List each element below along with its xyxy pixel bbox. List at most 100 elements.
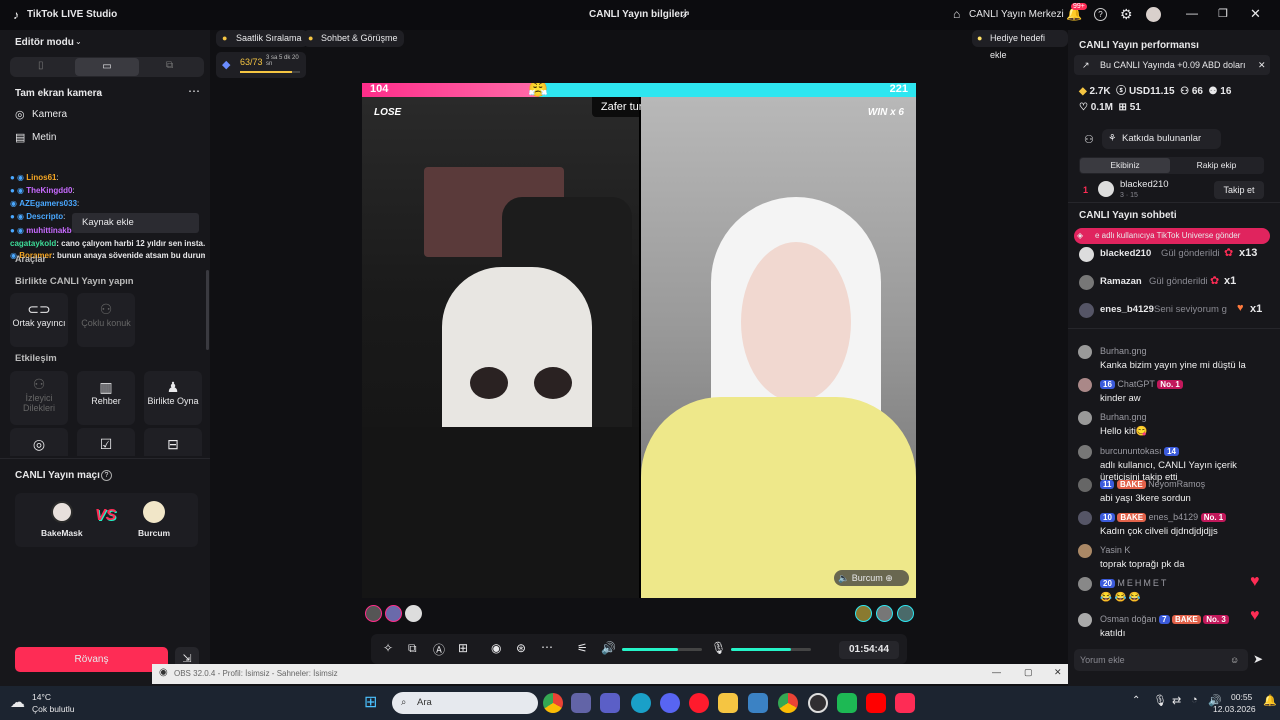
left-panel: Editör modu ⌄ ▯ ▭ ⧉ Tam ekran kamera ⌄ ⋯… <box>0 30 210 686</box>
chrome-active-icon[interactable] <box>778 693 798 713</box>
teams-icon[interactable] <box>571 693 591 713</box>
guide-tile[interactable]: ▥ Rehber <box>77 371 135 425</box>
profile-avatar[interactable] <box>1146 7 1161 22</box>
co-host-tile[interactable]: ⊂⊃ Ortak yayıncı <box>10 293 68 347</box>
spotify-icon[interactable] <box>837 693 857 713</box>
close-icon[interactable]: ✕ <box>1250 6 1261 22</box>
edge-icon[interactable] <box>631 693 651 713</box>
link-icon: ⊂⊃ <box>27 301 51 317</box>
network-icon[interactable]: ⇄ <box>1172 694 1181 707</box>
gift-avatar <box>1079 247 1094 262</box>
match-card[interactable]: BakeMask VS Burcum <box>15 493 198 547</box>
obs-window-bar[interactable]: ◉ OBS 32.0.4 - Profil: İsimsiz - Sahnele… <box>152 664 1074 684</box>
score-right: 221 <box>889 83 908 95</box>
camera-section-title[interactable]: Tam ekran kamera <box>15 88 102 99</box>
tab-hourly-ranking[interactable]: ● Saatlik Sıralama <box>216 30 308 47</box>
rank-progress-card[interactable]: ◆ 63/73 3 sa 5 dk 20 sn <box>216 52 306 78</box>
magic-wand-icon[interactable]: ✧ <box>383 641 393 655</box>
source-text[interactable]: Metin <box>32 132 56 143</box>
chevron-up-icon[interactable]: ⌃ <box>1132 695 1140 706</box>
wifi-icon[interactable]: ◔ <box>1191 694 1198 706</box>
more-icon[interactable]: ⋯ <box>541 640 553 654</box>
source-camera[interactable]: Kamera <box>32 109 67 120</box>
scrollbar[interactable] <box>206 270 209 350</box>
close-icon[interactable]: ✕ <box>1054 667 1062 678</box>
send-icon[interactable]: ➤ <box>1253 652 1263 666</box>
play-together-tile[interactable]: ♟ Birlikte Oyna <box>144 371 202 425</box>
score-left: 104 <box>370 83 389 95</box>
more-icon[interactable]: ⋯ <box>188 84 200 98</box>
maximize-icon[interactable]: ❐ <box>1218 7 1228 20</box>
split-layout-icon[interactable]: ⧉ <box>166 60 173 71</box>
opera-icon[interactable] <box>689 693 709 713</box>
record-icon[interactable]: ◉ <box>491 641 501 655</box>
gift-row: blacked210 Gül gönderildi ✿ x13 <box>1079 246 1275 264</box>
emoji-icon[interactable]: ☺ <box>1230 649 1239 671</box>
gift-goal-button[interactable]: ● Hediye hedefi ekle <box>972 30 1068 60</box>
tiktok-logo-icon: ♪ <box>13 8 19 22</box>
mic-slider[interactable] <box>731 648 811 651</box>
maximize-icon[interactable]: ▢ <box>1024 667 1033 678</box>
comment-input[interactable]: Yorum ekle ☺ <box>1074 649 1248 671</box>
tab-your-team[interactable]: Ekibiniz <box>1080 158 1170 173</box>
settings-icon[interactable]: ⚙ <box>1120 6 1133 23</box>
volume-slider[interactable] <box>622 648 702 651</box>
home-icon[interactable]: ⌂ <box>953 7 960 21</box>
help-icon[interactable]: ? <box>1094 8 1107 21</box>
effects-icon[interactable]: ⧉ <box>408 641 417 656</box>
add-layer-icon[interactable]: ⊞ <box>458 641 468 655</box>
contributors-button[interactable]: ⚘ Katkıda bulunanlar <box>1102 129 1221 149</box>
minimize-icon[interactable]: — <box>1186 6 1198 20</box>
windows-start-icon[interactable]: ⊞ <box>364 692 377 712</box>
users-settings-icon[interactable]: ⚇ <box>1084 133 1094 146</box>
sliders-icon[interactable]: ⚟ <box>577 641 588 655</box>
coin-icon: ● <box>308 33 314 43</box>
universe-icon: ◈ <box>1077 231 1084 240</box>
rematch-button[interactable]: Rövanş <box>15 647 168 672</box>
clock-time[interactable]: 00:55 <box>1231 692 1252 702</box>
guest-name-pill[interactable]: 🔈 Burcum ⊕ <box>834 570 909 586</box>
tiktok-app-icon[interactable] <box>895 693 915 713</box>
mic-tray-icon[interactable]: 🎙 <box>1153 694 1167 707</box>
contributors-icon: ⚘ <box>1108 133 1117 144</box>
viewers-icon: ⚇ <box>1180 86 1190 97</box>
obs-app-icon[interactable] <box>808 693 828 713</box>
tab-rival-team[interactable]: Rakip ekip <box>1171 158 1262 173</box>
diamond-icon: ◆ <box>1079 86 1087 97</box>
close-icon[interactable]: ✕ <box>1258 55 1266 75</box>
help-icon[interactable]: ? <box>101 470 112 481</box>
ai-icon[interactable]: Ⓐ <box>433 641 445 658</box>
follow-button[interactable]: Takip et <box>1214 181 1264 199</box>
landscape-layout-button[interactable]: ▭ <box>75 58 139 76</box>
weather-desc: Çok bulutlu <box>32 704 75 714</box>
live-info-title[interactable]: CANLI Yayın bilgileri <box>589 9 687 20</box>
speaker-icon[interactable]: 🔊 <box>601 641 616 655</box>
mail-icon[interactable] <box>748 693 768 713</box>
chrome-icon[interactable] <box>543 693 563 713</box>
chat-message: Osman doğan 7 BAKE No. 3 katıldı <box>1078 613 1274 641</box>
viewer-wishes-tile[interactable]: ⚇ İzleyici Dilekleri <box>10 371 68 425</box>
clock-date[interactable]: 12.03.2026 <box>1213 704 1256 714</box>
tile-partial[interactable]: ◎ <box>10 428 68 456</box>
tile-partial[interactable]: ☑ <box>77 428 135 456</box>
folder-icon[interactable] <box>718 693 738 713</box>
score-bar: 104 221 😤 <box>362 83 916 98</box>
discord-icon[interactable] <box>660 693 680 713</box>
camera-settings-icon[interactable]: ⊛ <box>516 641 526 655</box>
share-icon[interactable]: ⇗ <box>681 8 690 21</box>
minimize-icon[interactable]: — <box>992 667 1001 677</box>
level-badge: 10 <box>1100 513 1115 522</box>
tab-chat-call[interactable]: ● Sohbet & Görüşme <box>303 30 404 47</box>
multi-guest-tile[interactable]: ⚇ Çoklu konuk <box>77 293 135 347</box>
portrait-layout-icon[interactable]: ▯ <box>38 60 44 71</box>
live-center-link[interactable]: CANLI Yayın Merkezi <box>969 9 1064 20</box>
notifications-icon[interactable]: 🔔 <box>1263 694 1277 707</box>
mic-icon[interactable]: 🎙 <box>711 641 726 655</box>
tile-partial[interactable]: ⊟ <box>144 428 202 456</box>
editor-mode-dropdown[interactable]: Editör modu <box>15 37 74 48</box>
chat-banner[interactable]: ◈ e adlı kullanıcıya TikTok Universe gönd… <box>1074 228 1270 244</box>
ms-teams-icon[interactable] <box>600 693 620 713</box>
search-input[interactable]: ⌕ Ara <box>392 692 538 714</box>
youtube-icon[interactable] <box>866 693 886 713</box>
camera-icon: ◎ <box>15 109 25 121</box>
